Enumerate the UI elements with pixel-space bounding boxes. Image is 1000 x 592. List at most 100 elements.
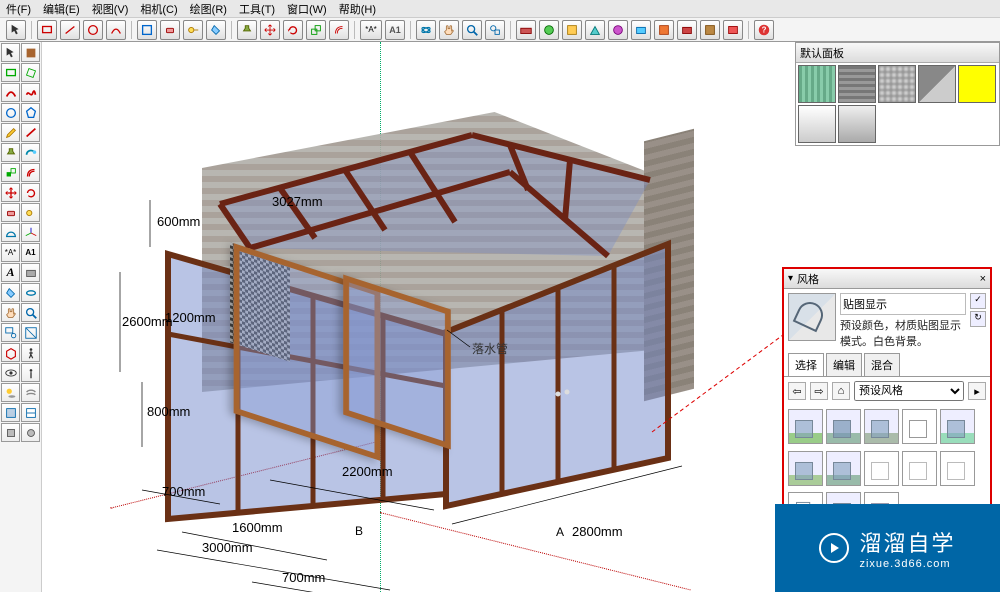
menu-draw[interactable]: 绘图(R)	[190, 1, 227, 17]
style-swatch[interactable]	[788, 451, 823, 486]
pushpull-tool-icon[interactable]	[237, 20, 257, 40]
tape2-icon[interactable]	[21, 203, 40, 222]
m4-icon[interactable]	[585, 20, 605, 40]
pan-tool-icon[interactable]	[439, 20, 459, 40]
m8-icon[interactable]	[677, 20, 697, 40]
move2-icon[interactable]	[1, 183, 20, 202]
rectangle-icon[interactable]	[1, 63, 20, 82]
rotate-tool-icon[interactable]	[283, 20, 303, 40]
zoom-extents-icon[interactable]	[485, 20, 505, 40]
style-apply-icon[interactable]: ✓	[970, 293, 986, 309]
circle-tool-icon[interactable]	[83, 20, 103, 40]
dimension-tool-icon[interactable]: *A*	[360, 20, 382, 40]
style-swatch[interactable]	[864, 451, 899, 486]
iso-icon[interactable]	[1, 343, 20, 362]
rotate2-icon[interactable]	[21, 183, 40, 202]
paint-tool-icon[interactable]	[206, 20, 226, 40]
rect-tool-icon[interactable]	[37, 20, 57, 40]
m3-icon[interactable]	[562, 20, 582, 40]
m7-icon[interactable]	[654, 20, 674, 40]
line2-icon[interactable]	[21, 123, 40, 142]
nav-back-icon[interactable]: ⇦	[788, 382, 806, 400]
tab-select[interactable]: 选择	[788, 353, 824, 376]
material-icon[interactable]	[21, 43, 40, 62]
tape-tool-icon[interactable]	[183, 20, 203, 40]
freehand-icon[interactable]	[21, 83, 40, 102]
push-icon[interactable]	[1, 143, 20, 162]
arc-tool-icon[interactable]	[106, 20, 126, 40]
mat-swatch[interactable]	[918, 65, 956, 103]
eraser-icon[interactable]	[160, 20, 180, 40]
orbit-tool-icon[interactable]	[416, 20, 436, 40]
walk-icon[interactable]	[21, 343, 40, 362]
mat-swatch[interactable]	[878, 65, 916, 103]
mat-swatch[interactable]	[798, 105, 836, 143]
menu-tools[interactable]: 工具(T)	[239, 1, 275, 17]
collapse-arrow-icon[interactable]: ▾	[788, 273, 793, 284]
text2-icon[interactable]: A1	[21, 243, 40, 262]
menu-edit[interactable]: 编辑(E)	[43, 1, 80, 17]
style-swatch[interactable]	[940, 409, 975, 444]
zoomwin-icon[interactable]	[1, 323, 20, 342]
axes-icon[interactable]	[21, 223, 40, 242]
zoom2-icon[interactable]	[21, 303, 40, 322]
arc-icon[interactable]	[1, 83, 20, 102]
menu-file[interactable]: 件(F)	[6, 1, 31, 17]
m10-icon[interactable]	[723, 20, 743, 40]
tab-edit[interactable]: 编辑	[826, 353, 862, 376]
xray-icon[interactable]	[1, 403, 20, 422]
shadow-icon[interactable]	[1, 383, 20, 402]
close-icon[interactable]: ×	[980, 273, 986, 285]
style-swatch[interactable]	[902, 451, 937, 486]
menu-camera[interactable]: 相机(C)	[140, 1, 177, 17]
eraser2-icon[interactable]	[1, 203, 20, 222]
help-icon[interactable]: ?	[754, 20, 774, 40]
mat-swatch[interactable]	[838, 105, 876, 143]
home-icon[interactable]: ⌂	[832, 382, 850, 400]
mat-swatch[interactable]	[958, 65, 996, 103]
pan2-icon[interactable]	[1, 303, 20, 322]
style-refresh-icon[interactable]: ↻	[970, 311, 986, 327]
fog-icon[interactable]	[21, 383, 40, 402]
m9-icon[interactable]	[700, 20, 720, 40]
extra1-icon[interactable]	[1, 423, 20, 442]
style-swatch[interactable]	[826, 409, 861, 444]
style-swatch[interactable]	[864, 409, 899, 444]
orbit2-icon[interactable]	[21, 283, 40, 302]
style-swatch[interactable]	[826, 451, 861, 486]
extra2-icon[interactable]	[21, 423, 40, 442]
paint2-icon[interactable]	[1, 283, 20, 302]
styles-panel-header[interactable]: ▾ 风格 ×	[784, 269, 990, 289]
circle2-icon[interactable]	[1, 103, 20, 122]
protractor-icon[interactable]	[1, 223, 20, 242]
select-icon[interactable]	[1, 43, 20, 62]
m1-icon[interactable]	[516, 20, 536, 40]
select-tool-icon[interactable]	[6, 20, 26, 40]
mat-swatch[interactable]	[798, 65, 836, 103]
menu-help[interactable]: 帮助(H)	[339, 1, 376, 17]
pencil-icon[interactable]	[1, 123, 20, 142]
rotated-rect-icon[interactable]	[21, 63, 40, 82]
style-collection-select[interactable]: 预设风格	[854, 381, 964, 401]
style-swatch[interactable]	[788, 409, 823, 444]
menu-window[interactable]: 窗口(W)	[287, 1, 327, 17]
scale2-icon[interactable]	[1, 163, 20, 182]
mat-swatch[interactable]	[838, 65, 876, 103]
component-icon[interactable]	[137, 20, 157, 40]
followme-icon[interactable]	[21, 143, 40, 162]
styles-icon[interactable]	[21, 403, 40, 422]
text-tool-icon[interactable]: A1	[385, 20, 405, 40]
nav-fwd-icon[interactable]: ⇨	[810, 382, 828, 400]
m5-icon[interactable]	[608, 20, 628, 40]
details-icon[interactable]: ▸	[968, 382, 986, 400]
style-name-field[interactable]: 贴图显示	[840, 293, 966, 315]
line-tool-icon[interactable]	[60, 20, 80, 40]
3dtext-icon[interactable]: A	[1, 263, 20, 282]
style-preview-thumb[interactable]	[788, 293, 836, 341]
dim2-icon[interactable]: *A*	[1, 243, 20, 262]
menu-view[interactable]: 视图(V)	[92, 1, 129, 17]
style-swatch[interactable]	[940, 451, 975, 486]
zoom-tool-icon[interactable]	[462, 20, 482, 40]
position-icon[interactable]	[21, 363, 40, 382]
offset2-icon[interactable]	[21, 163, 40, 182]
